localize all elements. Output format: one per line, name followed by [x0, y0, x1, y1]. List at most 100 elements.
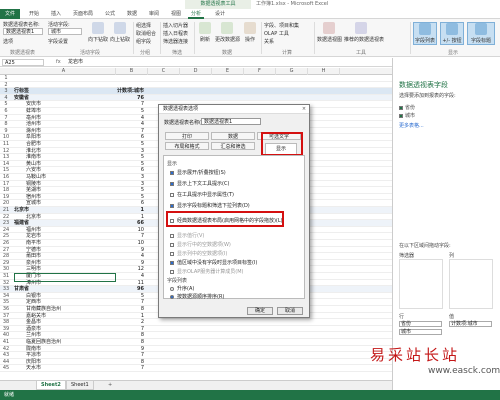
filter-connections-button[interactable]: 筛选器连接	[163, 38, 188, 45]
row-number[interactable]: 13	[0, 154, 12, 161]
count-cell[interactable]: 9	[116, 260, 144, 267]
row-label-cell[interactable]: 六安市	[26, 167, 41, 174]
count-cell[interactable]: 2	[116, 319, 144, 326]
row-label-cell[interactable]: 龙岩市	[26, 233, 41, 240]
row-number[interactable]: 36	[0, 306, 12, 313]
column-header[interactable]: F	[244, 68, 276, 75]
field-item-city[interactable]: 城市	[399, 112, 415, 119]
count-cell[interactable]: 6	[116, 167, 144, 174]
file-tab[interactable]: 文件	[0, 9, 20, 19]
tab-insert[interactable]: 插入	[48, 9, 64, 19]
row-label-cell[interactable]: 宣城市	[26, 200, 41, 207]
row-number[interactable]: 23	[0, 220, 12, 227]
option-olap-members[interactable]: 显示OLAP服务器计算成员(M)	[170, 268, 244, 275]
column-header[interactable]: D	[180, 68, 212, 75]
row-number[interactable]: 15	[0, 167, 12, 174]
count-cell[interactable]: 5	[116, 187, 144, 194]
row-number[interactable]: 34	[0, 293, 12, 300]
row-number[interactable]: 14	[0, 161, 12, 168]
row-label-cell[interactable]: 芜湖市	[26, 187, 41, 194]
row-number[interactable]: 11	[0, 141, 12, 148]
tab-home[interactable]: 开始	[26, 9, 42, 19]
recommended-pivot-button[interactable]: 推荐的数据透视表	[344, 22, 384, 43]
row-number[interactable]: 40	[0, 332, 12, 339]
tab-formulas[interactable]: 公式	[102, 9, 118, 19]
row-number[interactable]: 17	[0, 181, 12, 188]
relationships-button[interactable]: 关系	[264, 38, 274, 45]
count-cell[interactable]: 7	[116, 233, 144, 240]
fx-icon[interactable]: fx	[56, 58, 61, 67]
field-settings-button[interactable]: 字段设置	[48, 38, 68, 45]
row-label-cell[interactable]: 天水市	[26, 365, 41, 372]
row-label-cell[interactable]: 定西市	[26, 299, 41, 306]
fields-items-sets-button[interactable]: 字段、项目和集	[264, 22, 299, 29]
insert-timeline-button[interactable]: 插入日程表	[163, 30, 188, 37]
count-cell[interactable]: 3	[116, 181, 144, 188]
pivot-name-input[interactable]: 数据透视表1	[3, 28, 43, 35]
row-number[interactable]: 43	[0, 352, 12, 359]
row-field-province[interactable]: 省份	[399, 321, 442, 327]
row-number[interactable]: 44	[0, 359, 12, 366]
count-cell[interactable]: 4	[116, 253, 144, 260]
count-cell[interactable]: 4	[116, 121, 144, 128]
option-empty-rows[interactable]: 显示行中的空数据项(W)	[170, 241, 231, 248]
row-number[interactable]: 31	[0, 273, 12, 280]
row-number[interactable]: 25	[0, 233, 12, 240]
tab-design[interactable]: 设计	[212, 9, 228, 19]
option-item-labels[interactable]: 值区域中没有字段时显示项目标签(I)	[170, 259, 257, 266]
column-header[interactable]: H	[308, 68, 340, 75]
row-number[interactable]: 28	[0, 253, 12, 260]
row-number[interactable]: 10	[0, 134, 12, 141]
row-label-cell[interactable]: 甘肃省	[14, 286, 29, 293]
option-sort-source[interactable]: 按数据源顺序排序(R)	[170, 293, 224, 300]
row-label-cell[interactable]: 行标签	[14, 88, 29, 95]
row-number[interactable]: 30	[0, 266, 12, 273]
count-cell[interactable]: 7	[116, 326, 144, 333]
row-number[interactable]: 2	[0, 82, 12, 89]
row-label-cell[interactable]: 马鞍山市	[26, 174, 46, 181]
row-number[interactable]: 45	[0, 365, 12, 372]
row-number[interactable]: 21	[0, 207, 12, 214]
row-number[interactable]: 37	[0, 313, 12, 320]
row-label-cell[interactable]: 淮南市	[26, 154, 41, 161]
count-cell[interactable]: 8	[116, 339, 144, 346]
group-selection-button[interactable]: 组选择	[136, 22, 151, 29]
count-cell[interactable]: 7	[116, 101, 144, 108]
ungroup-button[interactable]: 取消组合	[136, 30, 156, 37]
row-label-cell[interactable]: 福建省	[14, 220, 29, 227]
row-number[interactable]: 3	[0, 88, 12, 95]
row-number[interactable]: 20	[0, 200, 12, 207]
tab-data[interactable]: 数据	[211, 132, 255, 140]
option-context-tooltips[interactable]: 显示上下文工具提示(C)	[170, 180, 229, 187]
row-label-cell[interactable]: 金昌市	[26, 319, 41, 326]
option-expand-collapse[interactable]: 显示展开/折叠按钮(S)	[170, 169, 226, 176]
count-cell[interactable]: 7	[116, 299, 144, 306]
count-cell[interactable]: 12	[116, 266, 144, 273]
row-label-cell[interactable]: 北京市	[14, 207, 29, 214]
tab-view[interactable]: 视图	[168, 9, 184, 19]
count-cell[interactable]: 1	[116, 207, 144, 214]
count-cell[interactable]: 7	[116, 365, 144, 372]
option-empty-columns[interactable]: 显示列中的空数据项(I)	[170, 250, 227, 257]
row-number[interactable]: 27	[0, 247, 12, 254]
tab-data[interactable]: 数据	[124, 9, 140, 19]
row-number[interactable]: 42	[0, 346, 12, 353]
row-number[interactable]: 41	[0, 339, 12, 346]
row-label-cell[interactable]: 莆田市	[26, 253, 41, 260]
row-label-cell[interactable]: 阜阳市	[26, 134, 41, 141]
count-cell[interactable]: 96	[116, 286, 144, 293]
row-number[interactable]: 38	[0, 319, 12, 326]
row-number[interactable]: 4	[0, 95, 12, 102]
add-sheet-button[interactable]: +	[108, 381, 112, 390]
value-field-count[interactable]: 计数项:城市	[449, 321, 492, 327]
row-number[interactable]: 39	[0, 326, 12, 333]
count-cell[interactable]: 3	[116, 174, 144, 181]
count-cell[interactable]: 1	[116, 313, 144, 320]
pivot-name-field[interactable]: 数据透视表1	[201, 118, 261, 125]
row-label-cell[interactable]: 合肥市	[26, 141, 41, 148]
cancel-button[interactable]: 取消	[277, 307, 303, 315]
row-field-city[interactable]: 城市	[399, 329, 442, 335]
olap-tools-button[interactable]: OLAP 工具	[264, 30, 289, 37]
count-cell[interactable]: 6	[116, 134, 144, 141]
filters-drop-zone[interactable]	[399, 259, 443, 309]
